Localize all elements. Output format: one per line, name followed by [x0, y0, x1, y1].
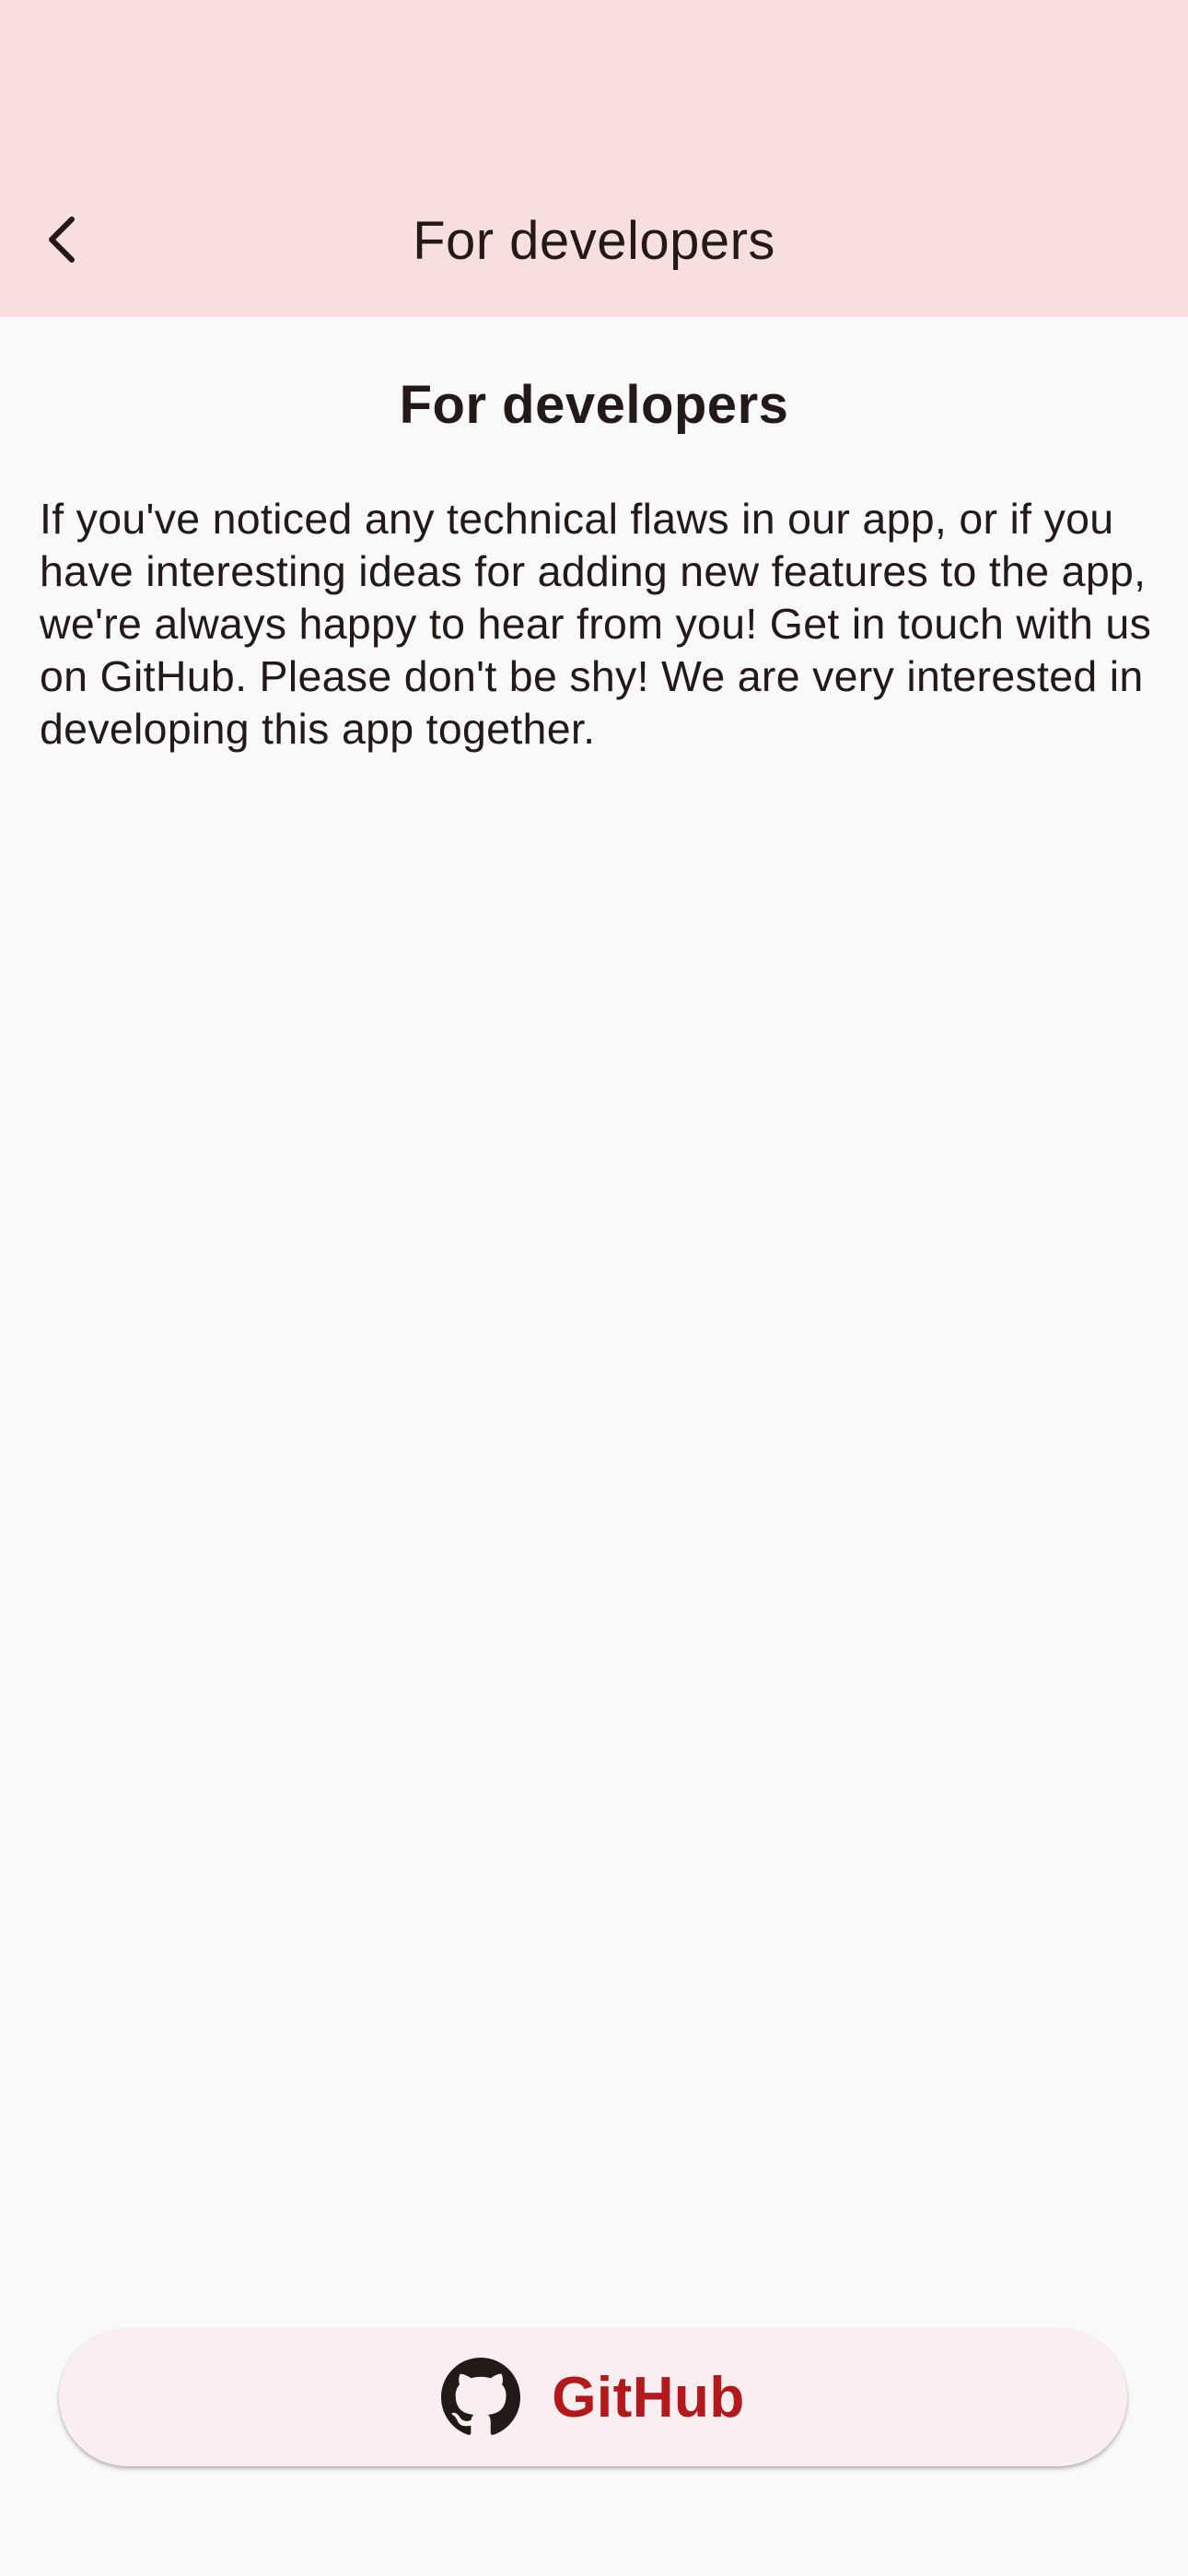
description-text: If you've noticed any technical flaws in…: [40, 495, 1152, 753]
app-bar: For developers: [0, 0, 1188, 317]
github-button-label: GitHub: [552, 2365, 745, 2430]
github-button[interactable]: GitHub: [59, 2328, 1127, 2466]
app-bar-title: For developers: [413, 211, 775, 271]
github-icon: [441, 2358, 521, 2437]
page-title: For developers: [399, 375, 789, 435]
